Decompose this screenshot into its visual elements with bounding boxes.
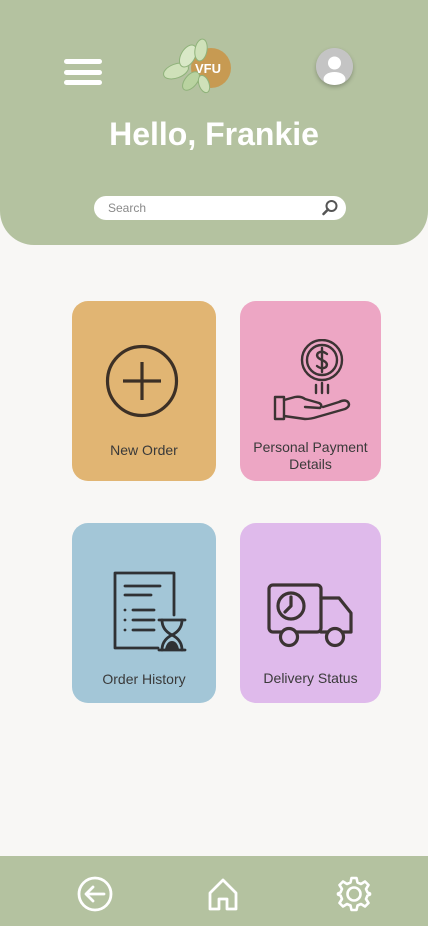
payment-label-line1: Personal Payment	[253, 439, 368, 455]
new-order-label: New Order	[110, 442, 178, 458]
user-icon	[316, 48, 353, 85]
home-icon[interactable]	[205, 876, 241, 912]
greeting-title: Hello, Frankie	[109, 116, 319, 152]
menu-bar	[64, 80, 102, 85]
plus-circle-icon	[105, 344, 179, 418]
menu-bar	[64, 69, 102, 75]
avatar[interactable]	[316, 48, 353, 85]
payment-details-tile[interactable]: Personal Payment Details	[240, 301, 381, 481]
search-bar	[94, 196, 346, 220]
header: VFU Hello, Frankie	[0, 0, 428, 245]
logo-text: VFU	[195, 61, 221, 76]
settings-icon[interactable]	[336, 876, 372, 912]
menu-button[interactable]	[64, 59, 102, 85]
back-icon[interactable]	[77, 876, 113, 912]
new-order-tile[interactable]: New Order	[72, 301, 216, 481]
document-hourglass-icon	[113, 571, 187, 652]
search-icon[interactable]	[321, 199, 339, 217]
order-history-label: Order History	[102, 671, 186, 687]
payment-label-line2: Details	[289, 456, 332, 472]
delivery-truck-icon	[267, 583, 353, 648]
search-input[interactable]	[108, 201, 321, 215]
delivery-status-tile[interactable]: Delivery Status	[240, 523, 381, 703]
delivery-status-label: Delivery Status	[263, 670, 358, 686]
bottom-nav	[0, 856, 428, 926]
menu-bar	[64, 59, 102, 64]
order-history-tile[interactable]: Order History	[72, 523, 216, 703]
hand-coin-icon	[273, 339, 351, 421]
